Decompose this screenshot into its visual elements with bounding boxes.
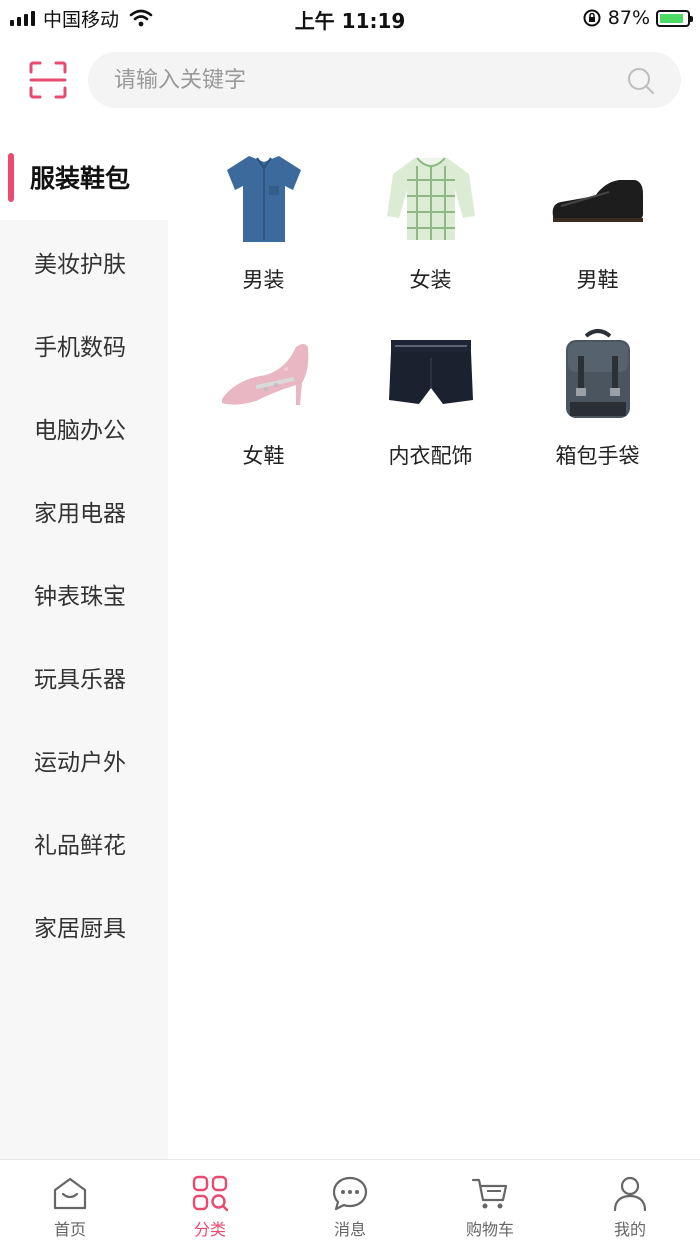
- sidebar-item[interactable]: 手机数码: [0, 303, 168, 386]
- subcategory-label: 男鞋: [576, 268, 619, 292]
- subcategory-label: 女装: [409, 268, 452, 292]
- tab-cart[interactable]: 购物车: [420, 1160, 560, 1244]
- tab-label: 我的: [613, 1220, 646, 1239]
- subcategory-panel: 男装 女装 男鞋女鞋 内衣配饰 箱包手袋: [180, 140, 680, 478]
- subcategory-item[interactable]: 内衣配饰: [347, 316, 514, 478]
- sidebar-item-label: 美妆护肤: [34, 251, 126, 278]
- tab-label: 分类: [193, 1220, 226, 1239]
- sidebar-item-label: 电脑办公: [34, 417, 126, 444]
- orientation-lock-icon: [583, 9, 601, 27]
- sidebar-item-label: 家用电器: [34, 500, 126, 527]
- subcategory-item[interactable]: 箱包手袋: [514, 316, 681, 478]
- sidebar-item[interactable]: 家居厨具: [0, 884, 168, 967]
- subcategory-label: 内衣配饰: [388, 444, 473, 468]
- search-icon[interactable]: [627, 67, 655, 95]
- tab-label: 首页: [53, 1220, 86, 1239]
- subcategory-item[interactable]: 女鞋: [180, 316, 347, 478]
- home-icon: [51, 1174, 89, 1212]
- subcategory-item[interactable]: 女装: [347, 140, 514, 302]
- bottom-tab-bar: 首页 分类 消息 购物车 我的: [0, 1159, 700, 1244]
- battery-percent: 87%: [607, 7, 650, 29]
- tab-user[interactable]: 我的: [560, 1160, 700, 1244]
- message-icon: [331, 1174, 369, 1212]
- subcategory-grid: 男装 女装 男鞋女鞋 内衣配饰 箱包手袋: [180, 140, 680, 478]
- mens-shirt-icon: [214, 148, 314, 248]
- sidebar-item-label: 玩具乐器: [34, 666, 126, 693]
- sidebar-item[interactable]: 电脑办公: [0, 386, 168, 469]
- search-bar[interactable]: [88, 52, 681, 108]
- tab-label: 消息: [333, 1220, 366, 1239]
- sidebar-item-label: 礼品鲜花: [34, 832, 126, 859]
- tab-label: 购物车: [465, 1220, 514, 1239]
- tab-home[interactable]: 首页: [0, 1160, 140, 1244]
- underwear-icon: [381, 324, 481, 424]
- status-bar: 中国移动 上午 11:19 87%: [0, 0, 700, 36]
- sidebar-item[interactable]: 钟表珠宝: [0, 552, 168, 635]
- header: [0, 50, 700, 110]
- search-input[interactable]: [114, 52, 614, 108]
- subcategory-item[interactable]: 男鞋: [514, 140, 681, 302]
- user-icon: [611, 1174, 649, 1212]
- battery-level: [660, 13, 683, 23]
- sidebar-item-label: 服装鞋包: [30, 163, 131, 193]
- sidebar-item[interactable]: 礼品鲜花: [0, 801, 168, 884]
- high-heel-icon: [214, 324, 314, 424]
- subcategory-label: 箱包手袋: [555, 444, 640, 468]
- sidebar-item-label: 运动户外: [34, 749, 126, 776]
- subcategory-label: 女鞋: [242, 444, 285, 468]
- status-right: 87%: [582, 6, 693, 30]
- battery-icon: [656, 9, 693, 27]
- sidebar-item[interactable]: 家用电器: [0, 469, 168, 552]
- subcategory-item[interactable]: 男装: [180, 140, 347, 302]
- sidebar-item[interactable]: 美妆护肤: [0, 220, 168, 303]
- sidebar-item[interactable]: 运动户外: [0, 718, 168, 801]
- mens-shoe-icon: [548, 148, 648, 248]
- cart-icon: [471, 1174, 509, 1212]
- tab-message[interactable]: 消息: [280, 1160, 420, 1244]
- category-icon: [191, 1174, 229, 1212]
- backpack-icon: [548, 324, 648, 424]
- sidebar-item-label: 家居厨具: [34, 915, 126, 942]
- subcategory-label: 男装: [242, 268, 285, 292]
- sidebar-item-label: 钟表珠宝: [34, 583, 126, 610]
- sidebar-item[interactable]: 玩具乐器: [0, 635, 168, 718]
- tab-category[interactable]: 分类: [140, 1160, 280, 1244]
- sidebar-item[interactable]: 服装鞋包: [0, 133, 168, 220]
- scan-icon[interactable]: [28, 60, 68, 100]
- sidebar-item-label: 手机数码: [34, 334, 126, 361]
- womens-blouse-icon: [381, 148, 481, 248]
- category-sidebar: 服装鞋包美妆护肤手机数码电脑办公家用电器钟表珠宝玩具乐器运动户外礼品鲜花家居厨具: [0, 133, 168, 1159]
